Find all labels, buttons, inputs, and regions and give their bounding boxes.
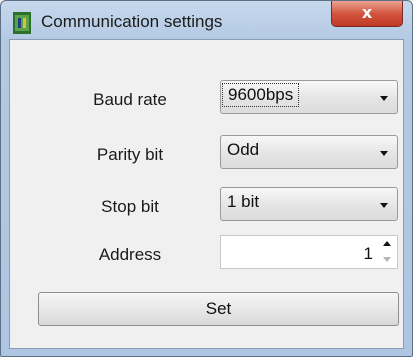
chevron-down-icon <box>380 151 388 156</box>
parity-bit-select[interactable]: Odd <box>220 135 398 169</box>
chevron-down-icon <box>380 203 388 208</box>
dialog-window: Communication settings x Baud rate 9600b… <box>0 0 413 357</box>
app-icon <box>13 12 31 34</box>
stop-bit-select[interactable]: 1 bit <box>220 187 398 221</box>
close-button[interactable]: x <box>331 1 403 27</box>
address-label: Address <box>98 245 162 264</box>
stop-bit-label: Stop bit <box>101 197 159 216</box>
settings-panel: Baud rate 9600bps Parity bit Odd Stop bi… <box>9 39 404 349</box>
window-title: Communication settings <box>41 12 223 31</box>
chevron-down-icon <box>380 96 388 101</box>
baud-rate-select[interactable]: 9600bps <box>220 80 398 114</box>
spin-down-icon[interactable] <box>383 257 391 262</box>
address-spinbox[interactable]: 1 <box>220 235 398 269</box>
address-value[interactable]: 1 <box>364 244 373 264</box>
set-button[interactable]: Set <box>38 292 399 326</box>
baud-rate-label: Baud rate <box>93 90 167 109</box>
parity-bit-label: Parity bit <box>96 145 164 164</box>
spin-up-icon[interactable] <box>383 241 391 246</box>
baud-rate-value: 9600bps <box>221 83 300 107</box>
parity-bit-value: Odd <box>227 140 260 159</box>
stop-bit-value: 1 bit <box>227 192 260 211</box>
title-bar[interactable]: Communication settings x <box>1 1 412 39</box>
